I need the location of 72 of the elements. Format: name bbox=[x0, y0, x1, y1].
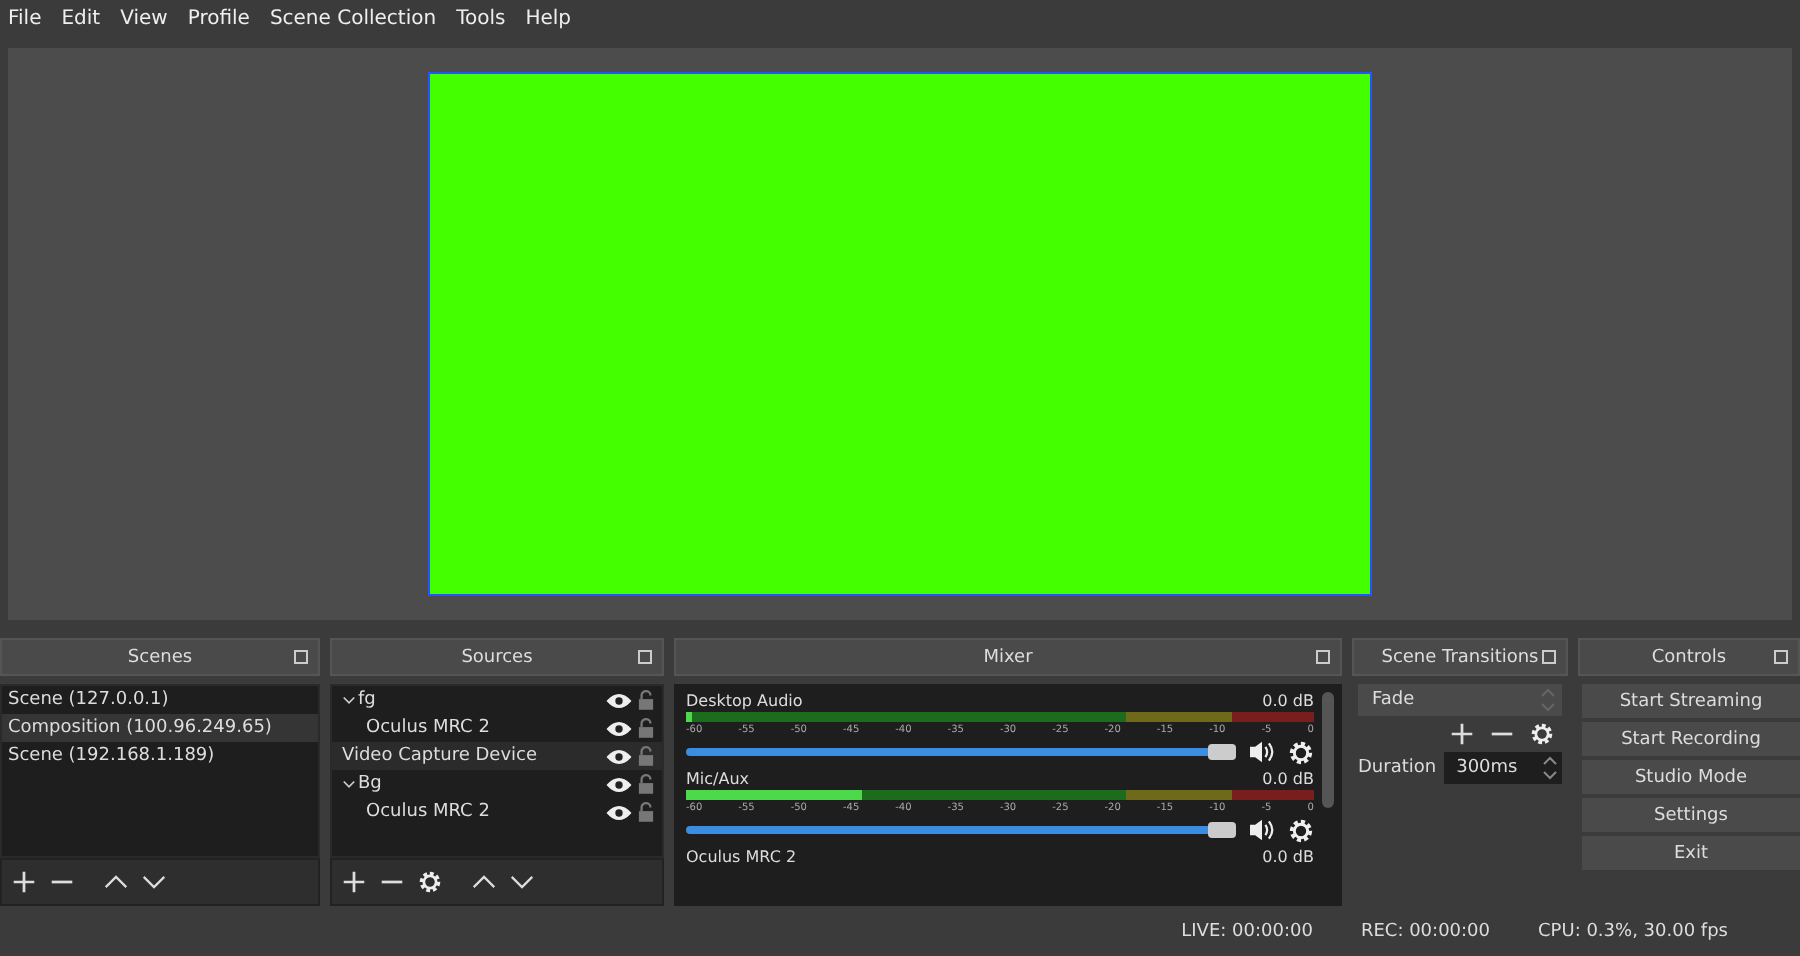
menu-item[interactable]: Edit bbox=[61, 7, 101, 29]
eye-icon[interactable] bbox=[606, 803, 632, 821]
scene-item[interactable]: Composition (100.96.249.65) bbox=[2, 714, 318, 742]
spinner-arrows-icon[interactable] bbox=[1542, 756, 1558, 780]
channel-reading: 0.0 dB bbox=[1262, 770, 1314, 790]
dock-title: Mixer bbox=[674, 638, 1342, 676]
control-button[interactable]: Settings bbox=[1582, 798, 1800, 832]
source-item[interactable]: Oculus MRC 2 bbox=[332, 798, 662, 826]
source-label: Bg bbox=[358, 774, 384, 794]
source-item[interactable]: Video Capture Device bbox=[332, 742, 662, 770]
speaker-icon[interactable] bbox=[1248, 818, 1276, 842]
eye-icon[interactable] bbox=[606, 691, 632, 709]
settings-icon[interactable] bbox=[1288, 739, 1314, 765]
source-label: Video Capture Device bbox=[342, 746, 540, 766]
control-button[interactable]: Start Recording bbox=[1582, 722, 1800, 756]
speaker-icon[interactable] bbox=[1248, 740, 1276, 764]
scene-item[interactable]: Scene (192.168.1.189) bbox=[2, 742, 318, 770]
control-button[interactable]: Start Streaming bbox=[1582, 684, 1800, 718]
source-item[interactable]: Oculus MRC 2 bbox=[332, 714, 662, 742]
dock-title: Sources bbox=[330, 638, 664, 676]
lock-icon[interactable] bbox=[638, 746, 654, 766]
add-icon[interactable] bbox=[1450, 722, 1474, 746]
lock-icon[interactable] bbox=[638, 690, 654, 710]
menu-item[interactable]: Profile bbox=[187, 7, 250, 29]
channel-name: Mic/Aux bbox=[686, 770, 749, 790]
source-label: fg bbox=[358, 690, 378, 710]
source-label: Oculus MRC 2 bbox=[366, 802, 492, 822]
menu-item[interactable]: Tools bbox=[456, 7, 506, 29]
status-text: LIVE: 00:00:00 bbox=[1181, 922, 1313, 942]
add-icon[interactable] bbox=[12, 870, 36, 894]
eye-icon[interactable] bbox=[606, 775, 632, 793]
transition-dropdown[interactable]: Fade bbox=[1358, 684, 1562, 716]
expand-icon[interactable] bbox=[342, 777, 356, 791]
lock-icon[interactable] bbox=[638, 802, 654, 822]
expand-icon[interactable] bbox=[342, 693, 356, 707]
settings-icon[interactable] bbox=[1530, 722, 1554, 746]
channel-name: Desktop Audio bbox=[686, 692, 803, 712]
lock-icon[interactable] bbox=[638, 718, 654, 738]
control-button[interactable]: Studio Mode bbox=[1582, 760, 1800, 794]
add-icon[interactable] bbox=[342, 870, 366, 894]
status-text: REC: 00:00:00 bbox=[1360, 922, 1491, 942]
scene-item[interactable]: Scene (127.0.0.1) bbox=[2, 686, 318, 714]
control-button[interactable]: Exit bbox=[1582, 836, 1800, 870]
duration-field[interactable]: 300ms bbox=[1444, 752, 1562, 784]
dock-title: Scenes bbox=[0, 638, 320, 676]
menu-item[interactable]: Scene Collection bbox=[269, 7, 437, 29]
volume-slider[interactable] bbox=[686, 744, 1236, 760]
move-up-icon[interactable] bbox=[472, 870, 496, 894]
menu-item[interactable]: Help bbox=[525, 7, 572, 29]
dock-title: Scene Transitions bbox=[1352, 638, 1568, 676]
slider-handle[interactable] bbox=[1208, 744, 1236, 760]
dock-title: Controls bbox=[1578, 638, 1800, 676]
move-down-icon[interactable] bbox=[142, 870, 166, 894]
settings-icon[interactable] bbox=[418, 870, 442, 894]
source-label: Oculus MRC 2 bbox=[366, 718, 492, 738]
eye-icon[interactable] bbox=[606, 747, 632, 765]
source-item[interactable]: fg bbox=[332, 686, 662, 714]
move-down-icon[interactable] bbox=[510, 870, 534, 894]
duration-label: Duration bbox=[1358, 758, 1437, 778]
lock-icon[interactable] bbox=[638, 774, 654, 794]
slider-handle[interactable] bbox=[1208, 822, 1236, 838]
eye-icon[interactable] bbox=[606, 719, 632, 737]
settings-icon[interactable] bbox=[1288, 817, 1314, 843]
channel-name: Oculus MRC 2 bbox=[686, 848, 797, 868]
status-text: CPU: 0.3%, 30.00 fps bbox=[1538, 922, 1728, 942]
channel-reading: 0.0 dB bbox=[1262, 848, 1314, 868]
move-up-icon[interactable] bbox=[104, 870, 128, 894]
menu-item[interactable]: View bbox=[120, 7, 168, 29]
volume-slider[interactable] bbox=[686, 822, 1236, 838]
source-item[interactable]: Bg bbox=[332, 770, 662, 798]
channel-reading: 0.0 dB bbox=[1262, 692, 1314, 712]
menu-item[interactable]: File bbox=[8, 7, 42, 29]
